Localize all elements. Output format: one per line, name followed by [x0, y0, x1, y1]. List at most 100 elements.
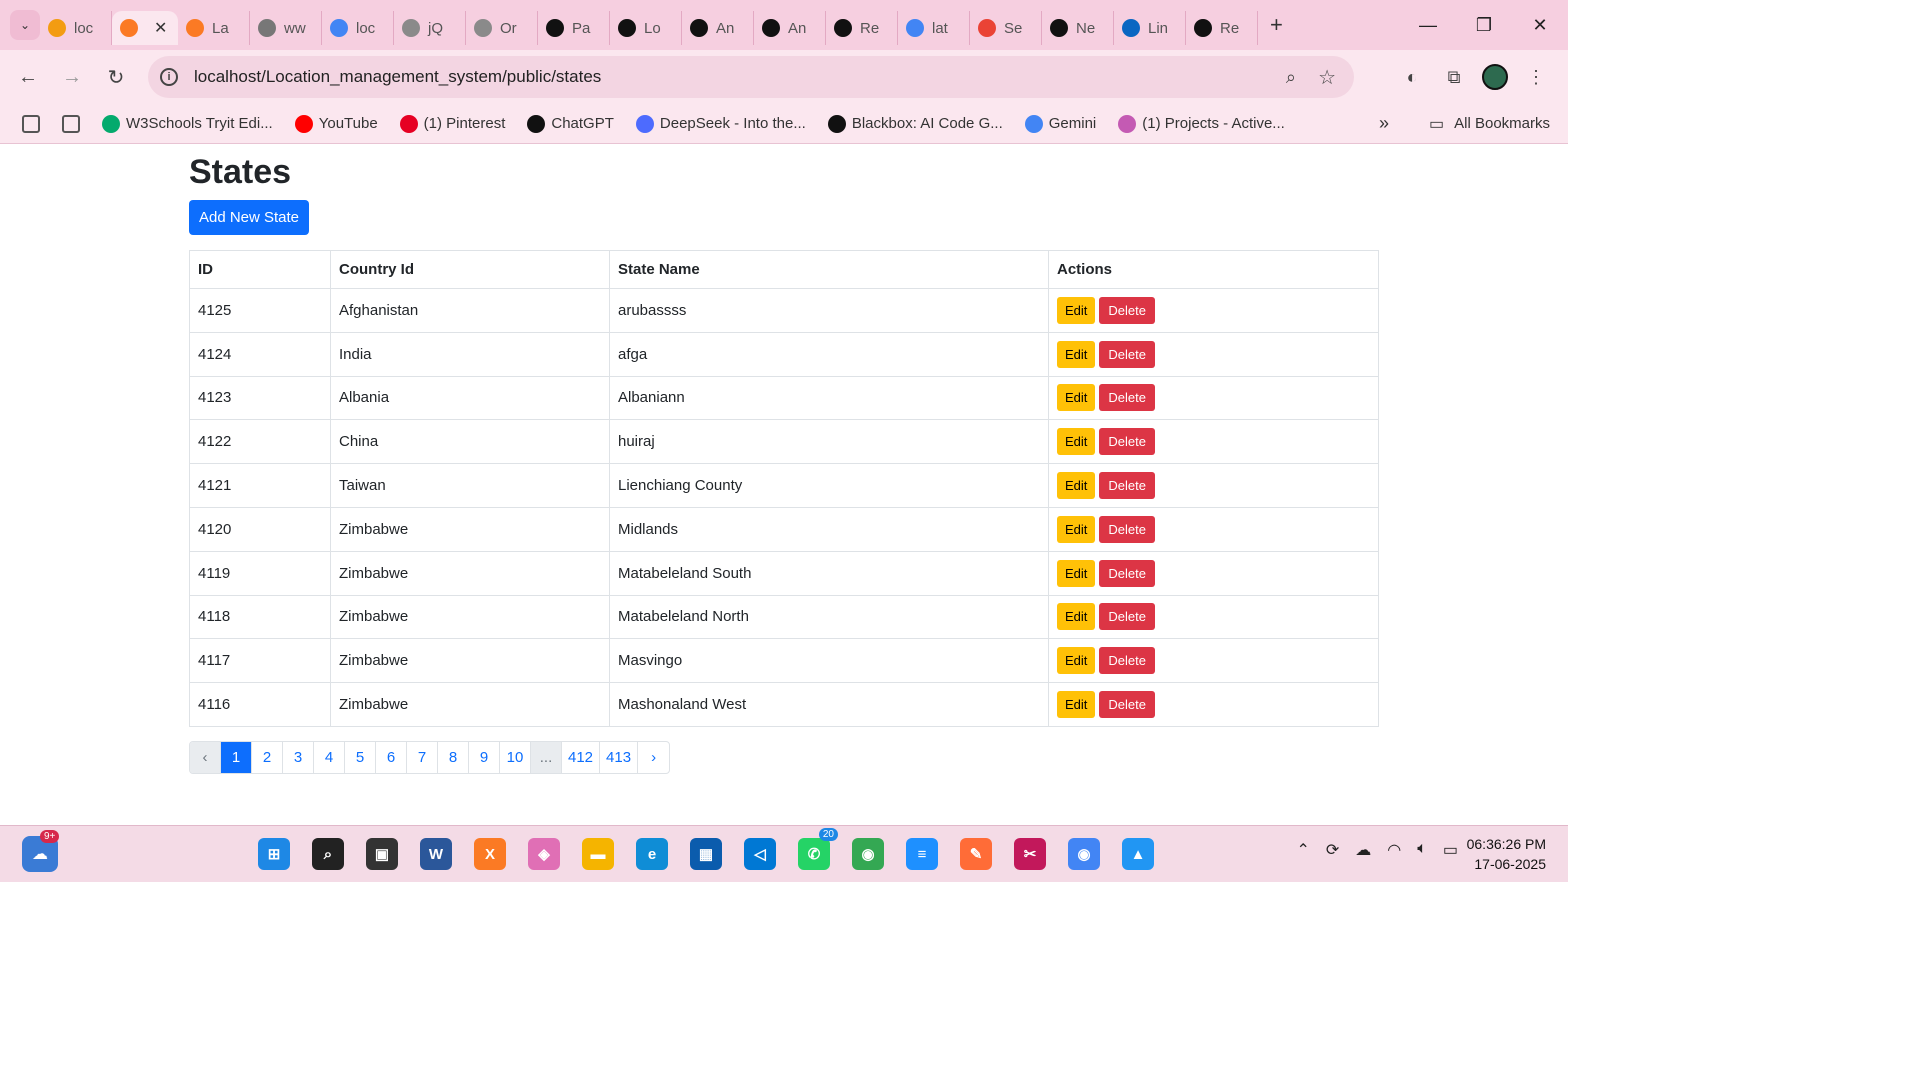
edit-button[interactable]: Edit — [1057, 647, 1096, 675]
bookmark-item[interactable]: (1) Pinterest — [399, 114, 505, 133]
next-page-button[interactable]: › — [638, 742, 669, 773]
page-link[interactable]: 7 — [407, 742, 438, 773]
restore-button[interactable]: ❐ — [1456, 15, 1512, 36]
page-link[interactable]: 9 — [469, 742, 500, 773]
edit-button[interactable]: Edit — [1057, 515, 1096, 543]
browser-tab[interactable]: An — [754, 11, 826, 45]
bookmark-item[interactable] — [62, 114, 80, 133]
taskbar-app[interactable]: ✆ 20 — [796, 828, 838, 878]
volume-icon[interactable]: 🔈︎ — [1417, 840, 1427, 860]
taskbar-app[interactable]: ▦ — [688, 830, 724, 878]
back-button[interactable]: ← — [6, 66, 50, 89]
edit-button[interactable]: Edit — [1057, 559, 1096, 587]
page-link[interactable]: 8 — [438, 742, 469, 773]
extensions-puzzle-icon[interactable]: ⧉ — [1440, 63, 1468, 91]
chevron-up-icon[interactable]: ⌃ — [1296, 840, 1309, 860]
taskbar-app[interactable]: e — [634, 830, 670, 878]
edit-button[interactable]: Edit — [1057, 472, 1096, 500]
delete-button[interactable]: Delete — [1099, 515, 1155, 543]
browser-tab[interactable]: Re — [826, 11, 898, 45]
browser-tab[interactable]: loc — [322, 11, 394, 45]
minimize-button[interactable]: — — [1400, 15, 1456, 36]
close-window-button[interactable]: ✕ — [1512, 15, 1568, 36]
tab-search-menu-button[interactable]: ⌄ — [10, 10, 40, 40]
browser-tab[interactable]: La — [178, 11, 250, 45]
page-link[interactable]: 1 — [221, 742, 252, 773]
edit-button[interactable]: Edit — [1057, 384, 1096, 412]
browser-tab[interactable]: Pa — [538, 11, 610, 45]
delete-button[interactable]: Delete — [1099, 296, 1155, 324]
edit-button[interactable]: Edit — [1057, 296, 1096, 324]
page-link[interactable]: 4 — [314, 742, 345, 773]
page-link[interactable]: 412 — [562, 742, 601, 773]
vpn-extension-icon[interactable]: ◐ — [1398, 63, 1426, 91]
taskbar-app[interactable]: ◁ — [742, 830, 778, 878]
page-link[interactable]: 2 — [252, 742, 283, 773]
site-info-icon[interactable]: i — [160, 68, 178, 86]
bookmark-item[interactable]: W3Schools Tryit Edi... — [102, 114, 273, 133]
taskbar-app[interactable]: ▣ — [364, 830, 400, 878]
browser-tab[interactable]: An — [682, 11, 754, 45]
bookmark-item[interactable]: Gemini — [1024, 114, 1096, 133]
taskbar-app[interactable]: ◉ — [1066, 830, 1102, 878]
all-bookmarks-link[interactable]: All Bookmarks — [1454, 115, 1550, 132]
taskbar-app[interactable]: ⊞ — [256, 830, 292, 878]
taskbar-app[interactable]: ◉ — [850, 830, 886, 878]
delete-button[interactable]: Delete — [1099, 428, 1155, 456]
edit-button[interactable]: Edit — [1057, 691, 1096, 719]
taskbar-clock[interactable]: 06:36:26 PM 17-06-2025 — [1467, 834, 1546, 874]
bookmark-item[interactable]: DeepSeek - Into the... — [635, 114, 806, 133]
taskbar-app[interactable]: ≡ — [904, 830, 940, 878]
close-tab-icon[interactable]: ✕ — [154, 18, 167, 38]
more-menu-icon[interactable]: ⋮ — [1522, 63, 1550, 91]
delete-button[interactable]: Delete — [1099, 691, 1155, 719]
taskbar-app[interactable]: ⌕ — [310, 830, 346, 878]
browser-tab[interactable]: Lo — [610, 11, 682, 45]
browser-tab[interactable]: loc — [40, 11, 112, 45]
page-link[interactable]: 6 — [376, 742, 407, 773]
sync-icon[interactable]: ⟳ — [1326, 840, 1339, 860]
reload-button[interactable]: ↻ — [94, 65, 138, 90]
edit-button[interactable]: Edit — [1057, 340, 1096, 368]
bookmark-item[interactable]: ChatGPT — [527, 114, 614, 133]
address-bar[interactable]: i localhost/Location_management_system/p… — [148, 56, 1354, 98]
taskbar-app[interactable]: ▲ — [1120, 830, 1156, 878]
delete-button[interactable]: Delete — [1099, 340, 1155, 368]
bookmark-item[interactable]: Blackbox: AI Code G... — [827, 114, 1003, 133]
profile-avatar[interactable] — [1482, 64, 1508, 90]
new-tab-button[interactable]: + — [1270, 12, 1283, 38]
browser-tab[interactable]: lat — [898, 11, 970, 45]
taskbar-app[interactable]: ▬ — [580, 830, 616, 878]
more-bookmarks-chevron-icon[interactable]: » — [1379, 113, 1389, 134]
page-link[interactable]: 10 — [500, 742, 531, 773]
delete-button[interactable]: Delete — [1099, 472, 1155, 500]
bookmark-item[interactable] — [22, 114, 40, 133]
page-link[interactable]: 5 — [345, 742, 376, 773]
browser-tab[interactable]: Or — [466, 11, 538, 45]
taskbar-app[interactable]: X — [472, 830, 508, 878]
edit-button[interactable]: Edit — [1057, 428, 1096, 456]
browser-tab[interactable]: Lin — [1114, 11, 1186, 45]
page-link[interactable]: 3 — [283, 742, 314, 773]
bookmark-star-icon[interactable]: ☆ — [1318, 65, 1336, 90]
page-link[interactable]: 413 — [600, 742, 639, 773]
taskbar-app[interactable]: W — [418, 830, 454, 878]
wifi-icon[interactable]: ◠ — [1387, 840, 1401, 860]
browser-tab[interactable]: Ne — [1042, 11, 1114, 45]
bookmark-item[interactable]: YouTube — [294, 114, 378, 133]
delete-button[interactable]: Delete — [1099, 603, 1155, 631]
add-new-state-button[interactable]: Add New State — [189, 200, 309, 235]
taskbar-app[interactable]: ✂ — [1012, 830, 1048, 878]
browser-tab[interactable]: ✕ — [112, 11, 178, 45]
onedrive-icon[interactable]: ☁ — [1355, 840, 1371, 860]
zoom-icon[interactable]: ⌕ — [1286, 67, 1296, 88]
taskbar-app[interactable]: ✎ — [958, 830, 994, 878]
browser-tab[interactable]: Se — [970, 11, 1042, 45]
browser-tab[interactable]: ww — [250, 11, 322, 45]
battery-icon[interactable]: ▭ — [1443, 840, 1458, 860]
delete-button[interactable]: Delete — [1099, 559, 1155, 587]
taskbar-app[interactable]: ◈ — [526, 830, 562, 878]
browser-tab[interactable]: Re — [1186, 11, 1258, 45]
edit-button[interactable]: Edit — [1057, 603, 1096, 631]
delete-button[interactable]: Delete — [1099, 647, 1155, 675]
